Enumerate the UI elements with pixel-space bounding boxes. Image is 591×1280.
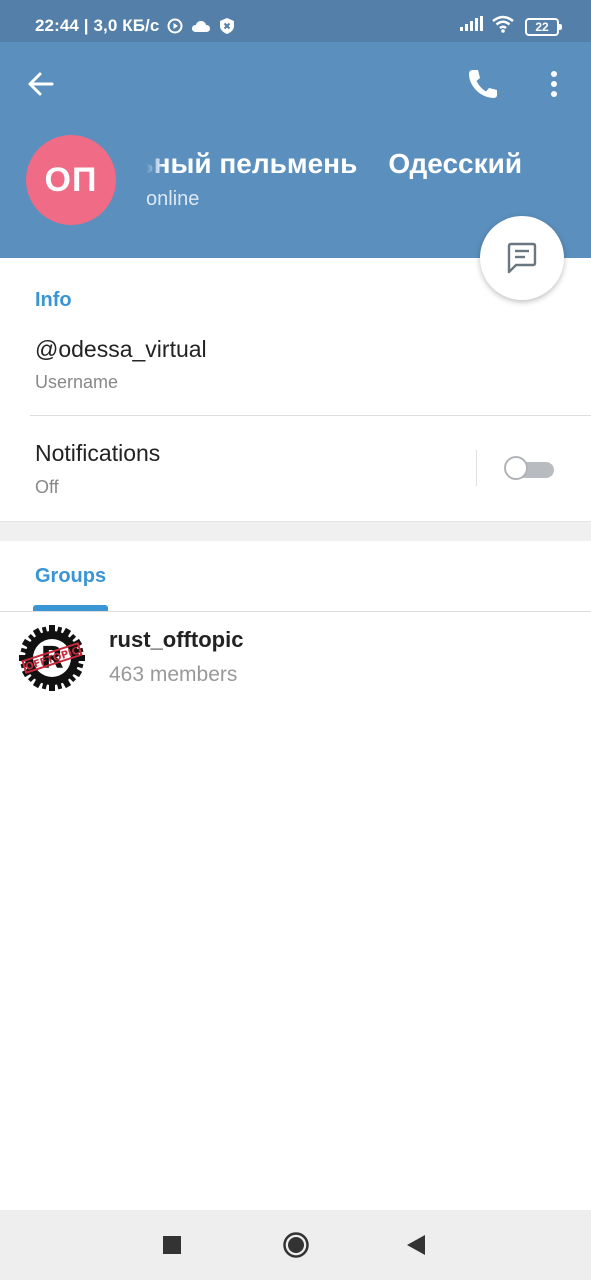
cloud-icon <box>191 19 211 33</box>
send-message-button[interactable] <box>480 216 564 300</box>
notifications-value: Off <box>35 477 59 497</box>
title-marquee: альный пельмень Одесский <box>146 146 591 186</box>
notifications-row[interactable] <box>0 416 591 520</box>
group-name: rust_offtopic <box>109 627 244 652</box>
username-label: Username <box>35 372 119 392</box>
phone-icon <box>469 70 497 98</box>
recents-button[interactable] <box>163 1236 181 1254</box>
status-right: 22 <box>459 15 562 38</box>
status-online: online <box>146 188 200 210</box>
battery-icon: 22 <box>525 17 562 36</box>
home-button[interactable] <box>283 1232 309 1258</box>
group-list-item[interactable] <box>0 612 591 700</box>
rust-gear-icon: R OFFTOPIC <box>19 625 85 691</box>
home-circle-icon <box>283 1232 309 1258</box>
vertical-separator <box>476 450 477 486</box>
more-menu-button[interactable] <box>540 66 568 106</box>
status-left: 22:44 | 3,0 КБ/с <box>35 16 235 36</box>
page-title: альный пельмень Одесский <box>146 148 523 179</box>
info-section-title: Info <box>35 289 72 311</box>
back-button[interactable] <box>22 66 62 102</box>
wifi-icon <box>491 15 515 38</box>
more-vertical-icon <box>551 71 557 97</box>
title-fade <box>146 146 164 186</box>
call-button[interactable] <box>464 64 502 104</box>
nav-back-button[interactable] <box>405 1233 427 1257</box>
arrow-left-icon <box>28 72 54 96</box>
section-separator <box>0 521 591 541</box>
message-icon <box>507 242 537 274</box>
avatar[interactable]: ОП <box>26 135 116 225</box>
status-bar: 22:44 | 3,0 КБ/с 22 <box>0 0 591 42</box>
group-members-count: 463 members <box>109 663 238 686</box>
notifications-toggle[interactable] <box>504 456 556 482</box>
triangle-back-icon <box>407 1235 425 1255</box>
signal-icon <box>459 16 483 37</box>
shield-icon <box>219 17 235 35</box>
toggle-knob <box>504 456 528 480</box>
play-circle-icon <box>167 18 183 34</box>
username-value[interactable]: @odessa_virtual <box>35 336 207 363</box>
tab-groups[interactable]: Groups <box>35 565 106 588</box>
group-avatar: R OFFTOPIC <box>17 623 87 693</box>
system-nav-bar <box>0 1210 591 1280</box>
notifications-title: Notifications <box>35 440 161 466</box>
status-time: 22:44 | 3,0 КБ/с <box>35 16 160 35</box>
